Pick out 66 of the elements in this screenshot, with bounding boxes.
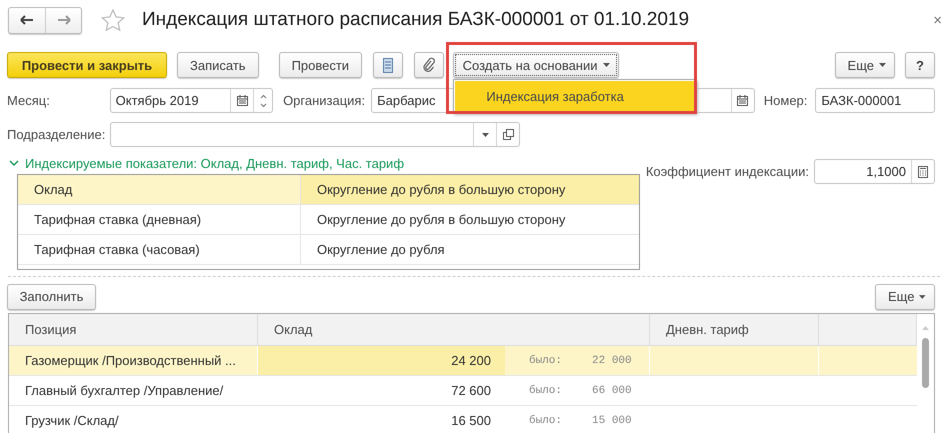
previous-value: 22 000 xyxy=(592,354,632,366)
previous-value-label: было: xyxy=(529,384,562,396)
caret-icon xyxy=(879,63,886,67)
forward-arrow-icon xyxy=(56,15,70,25)
field-label: Организация: xyxy=(283,93,366,108)
more-button[interactable]: Еще xyxy=(875,284,935,310)
calculator-icon[interactable] xyxy=(918,166,928,178)
help-button[interactable]: ? xyxy=(905,52,935,78)
column-header: Дневн. тариф xyxy=(650,314,819,345)
table-cell-text: Округление до рубля в большую сторону xyxy=(316,211,566,229)
table-cell: Тарифная ставка (дневная) xyxy=(18,205,301,234)
field-value: Барбарис xyxy=(376,93,436,108)
coefficient-field[interactable]: 1,1000 xyxy=(814,159,935,184)
column-header: Оклад xyxy=(258,314,650,345)
table-cell-text: 72 600 xyxy=(450,382,492,400)
field-value: 1,1000 xyxy=(865,164,907,179)
field-value: БАЗК-000001 xyxy=(820,93,902,108)
paperclip-icon xyxy=(423,57,436,73)
table-row[interactable]: Тарифная ставка (дневная) Округление до рубля в большую сторону xyxy=(18,205,639,235)
field-label: Коэффициент индексации: xyxy=(646,164,809,179)
table-cell: 24 200 xyxy=(258,346,505,375)
caret-icon xyxy=(602,63,610,67)
table-row[interactable]: Газомерщик /Производственный ... 24 200 было: 22 000 xyxy=(9,346,917,376)
previous-value-label: было: xyxy=(529,354,562,366)
list-button[interactable] xyxy=(373,52,404,78)
previous-value-label: было: xyxy=(529,414,562,426)
table-cell: Главный бухгалтер /Управление/ xyxy=(9,376,258,405)
toolbar-button[interactable]: Провести xyxy=(278,52,362,78)
menu-item[interactable]: Индексация заработка xyxy=(455,81,696,111)
more-button[interactable]: Еще xyxy=(834,52,895,78)
table-row[interactable]: Грузчик /Склад/ 16 500 было: 15 000 xyxy=(9,406,917,433)
open-icon[interactable] xyxy=(502,129,514,140)
field-label: Подразделение: xyxy=(7,127,106,142)
field-label: Месяц: xyxy=(7,93,51,108)
post-and-close-button[interactable]: Провести и закрыть xyxy=(7,52,167,78)
department-field[interactable] xyxy=(110,122,520,147)
previous-value: 66 000 xyxy=(592,384,632,396)
previous-value: 15 000 xyxy=(592,414,632,426)
number-field[interactable]: БАЗК-000001 xyxy=(815,88,935,113)
create-based-on-button[interactable]: Создать на основании xyxy=(453,52,620,78)
close-button[interactable]: × xyxy=(933,12,942,28)
back-arrow-icon xyxy=(20,15,34,25)
window-title: Индексация штатного расписания БАЗК-000001 от 01.10.2019 xyxy=(142,9,690,31)
table-cell-text: Округление до рубля xyxy=(316,241,446,259)
star-icon[interactable] xyxy=(101,8,125,32)
fill-button[interactable]: Заполнить xyxy=(7,284,96,310)
dropdown-icon[interactable] xyxy=(482,132,488,136)
table-row[interactable]: Тарифная ставка (часовая) Округление до рубля xyxy=(18,235,639,265)
attach-button[interactable] xyxy=(414,52,444,78)
list-icon xyxy=(383,58,394,72)
calendar-icon[interactable] xyxy=(236,95,248,106)
table-cell: Тарифная ставка (часовая) xyxy=(18,235,301,264)
table-cell-text: 16 500 xyxy=(450,412,492,430)
field-label: Номер: xyxy=(764,93,808,108)
table-row[interactable]: Главный бухгалтер /Управление/ 72 600 было: 66 000 xyxy=(9,376,917,406)
calendar-icon[interactable] xyxy=(737,95,748,106)
toolbar-button[interactable]: Записать xyxy=(177,52,259,78)
spin-icon[interactable] xyxy=(260,94,267,108)
chevron-icon xyxy=(9,160,19,167)
table-cell: Грузчик /Склад/ xyxy=(9,406,258,433)
caret-icon xyxy=(919,294,926,298)
table-cell: Округление до рубля в большую сторону xyxy=(301,175,639,204)
column-header: Позиция xyxy=(9,314,258,345)
month-field[interactable]: Октябрь 2019 xyxy=(110,88,274,113)
table-row[interactable]: Оклад Округление до рубля в большую сторону xyxy=(18,175,639,205)
field-value: Октябрь 2019 xyxy=(114,93,200,108)
